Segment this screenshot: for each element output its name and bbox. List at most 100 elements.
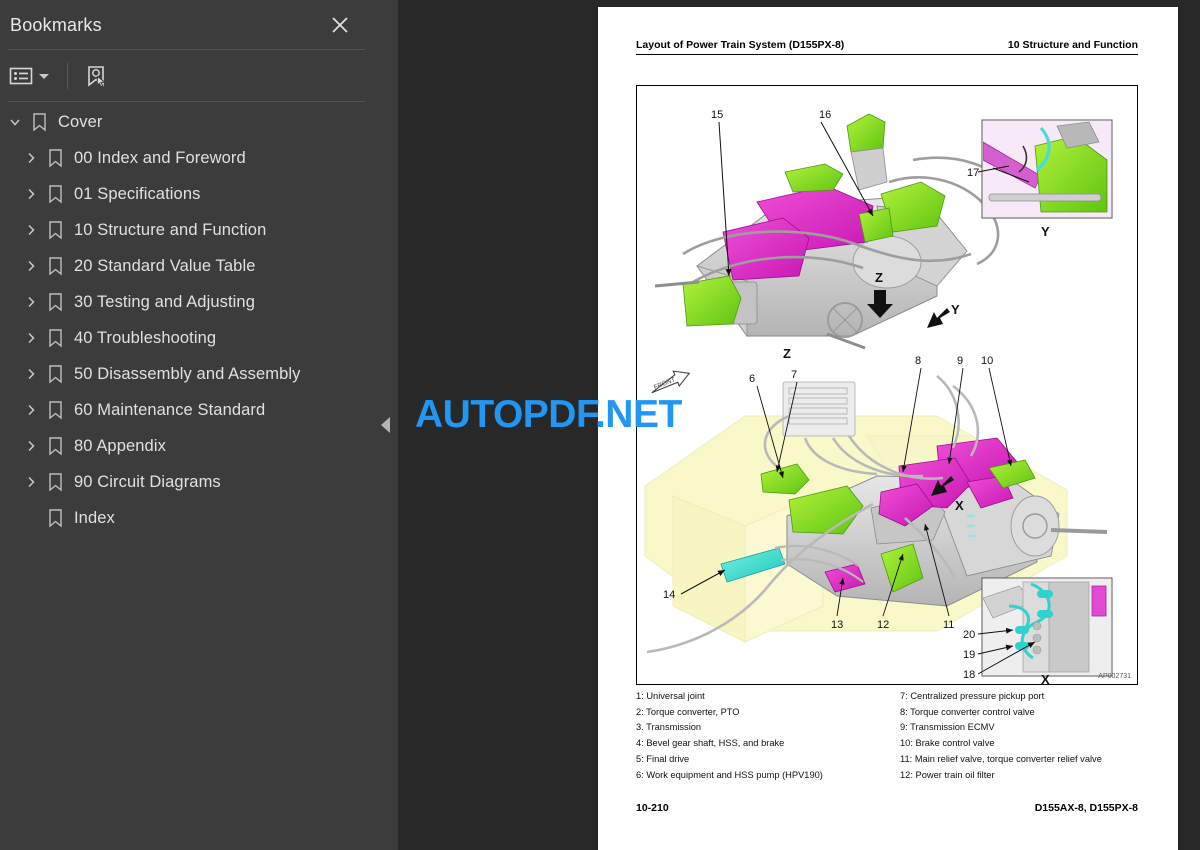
legend-entry: 9: Transmission ECMV	[900, 722, 995, 733]
new-bookmark-button[interactable]	[82, 61, 112, 91]
svg-text:Z: Z	[875, 270, 883, 285]
pdf-viewer-window: Bookmarks Cover 00 Index and Foreword 01…	[0, 0, 1200, 850]
sidebar-collapse-handle[interactable]	[373, 0, 398, 850]
bookmark-icon	[42, 146, 68, 170]
bookmark-icon	[42, 182, 68, 206]
figure-id-code: AP002731	[1098, 673, 1131, 680]
bookmark-item[interactable]: 30 Testing and Adjusting	[0, 284, 373, 320]
svg-text:11: 11	[943, 619, 954, 631]
svg-text:12: 12	[877, 619, 889, 631]
bookmark-icon	[42, 326, 68, 350]
bookmark-label: 50 Disassembly and Assembly	[74, 364, 301, 383]
bookmark-icon	[42, 398, 68, 422]
bookmarks-toolbar	[0, 50, 373, 102]
document-page: Layout of Power Train System (D155PX-8) …	[598, 7, 1178, 850]
bookmark-label: 10 Structure and Function	[74, 220, 267, 239]
svg-text:20: 20	[963, 629, 975, 641]
bookmark-icon	[42, 362, 68, 386]
bookmark-label: Cover	[58, 112, 103, 131]
chevron-right-icon[interactable]	[20, 291, 42, 313]
chevron-right-icon[interactable]	[20, 471, 42, 493]
bookmark-icon	[42, 506, 68, 530]
svg-text:Z: Z	[783, 346, 791, 361]
legend-entry: 4: Bevel gear shaft, HSS, and brake	[636, 738, 785, 749]
bookmark-icon	[42, 434, 68, 458]
legend-entry: 2: Torque converter, PTO	[636, 706, 740, 717]
triangle-left-icon	[381, 417, 390, 433]
bookmarks-title: Bookmarks	[10, 14, 102, 35]
legend-entry: 7: Centralized pressure pickup port	[900, 691, 1045, 701]
page-header-left: Layout of Power Train System (D155PX-8)	[636, 39, 845, 51]
bookmarks-header: Bookmarks	[0, 0, 373, 50]
legend-entry: 10: Brake control valve	[900, 738, 995, 749]
bookmark-item[interactable]: Cover	[0, 104, 373, 140]
chevron-right-icon[interactable]	[20, 183, 42, 205]
bookmark-pointer-icon	[84, 65, 110, 88]
svg-text:18: 18	[963, 669, 975, 681]
toolbar-divider	[67, 63, 68, 89]
chevron-down-icon	[39, 73, 49, 79]
svg-text:6: 6	[749, 373, 755, 385]
legend-entry: 6: Work equipment and HSS pump (HPV190)	[636, 769, 823, 780]
bookmark-item[interactable]: 00 Index and Foreword	[0, 140, 373, 176]
bookmark-label: 90 Circuit Diagrams	[74, 472, 221, 491]
chevron-down-icon[interactable]	[4, 111, 26, 133]
svg-text:9: 9	[957, 355, 963, 367]
chevron-right-icon[interactable]	[20, 435, 42, 457]
chevron-right-icon[interactable]	[20, 219, 42, 241]
toolbar-divider-bottom	[8, 101, 365, 102]
chevron-right-icon[interactable]	[20, 399, 42, 421]
legend-entry: 8: Torque converter control valve	[900, 706, 1035, 717]
svg-text:Y: Y	[1041, 224, 1050, 239]
close-icon[interactable]	[327, 12, 353, 38]
figure-legend: 1: Universal joint 2: Torque converter, P…	[636, 689, 1148, 783]
bookmark-item[interactable]: 10 Structure and Function	[0, 212, 373, 248]
bookmark-icon	[42, 470, 68, 494]
bookmark-icon	[26, 110, 52, 134]
chevron-right-icon[interactable]	[20, 147, 42, 169]
svg-text:7: 7	[791, 369, 797, 381]
chevron-right-icon[interactable]	[20, 327, 42, 349]
power-train-diagram: 15 16 Z 17 Y FRONT Z Y X 6 7 8 9 10 11 1…	[644, 109, 1113, 684]
bookmark-item[interactable]: Index	[0, 500, 373, 536]
legend-entry: 1: Universal joint	[636, 691, 705, 701]
svg-text:8: 8	[915, 355, 921, 367]
page-number: 10-210	[636, 802, 669, 814]
bookmark-label: 80 Appendix	[74, 436, 166, 455]
svg-text:X: X	[955, 498, 964, 513]
bookmark-item[interactable]: 80 Appendix	[0, 428, 373, 464]
page-header-right: 10 Structure and Function	[1007, 39, 1138, 51]
bookmark-icon	[42, 254, 68, 278]
bookmarks-sidebar: Bookmarks Cover 00 Index and Foreword 01…	[0, 0, 373, 850]
bookmark-label: 40 Troubleshooting	[74, 328, 217, 347]
bookmark-label: 60 Maintenance Standard	[74, 400, 266, 419]
bookmark-item[interactable]: 50 Disassembly and Assembly	[0, 356, 373, 392]
svg-text:17: 17	[967, 167, 979, 179]
bookmark-item[interactable]: 40 Troubleshooting	[0, 320, 373, 356]
bookmark-icon	[42, 218, 68, 242]
bookmark-label: 30 Testing and Adjusting	[74, 292, 255, 311]
bookmark-item[interactable]: 90 Circuit Diagrams	[0, 464, 373, 500]
list-options-icon	[8, 65, 34, 87]
svg-text:14: 14	[663, 589, 675, 601]
page-header: Layout of Power Train System (D155PX-8) …	[636, 39, 1138, 55]
svg-text:FRONT: FRONT	[653, 376, 676, 391]
chevron-right-icon[interactable]	[20, 255, 42, 277]
bookmark-options-button[interactable]	[6, 61, 51, 91]
bookmark-item[interactable]: 60 Maintenance Standard	[0, 392, 373, 428]
svg-text:15: 15	[711, 109, 723, 121]
svg-text:13: 13	[831, 619, 843, 631]
bookmark-label: 20 Standard Value Table	[74, 256, 256, 275]
svg-text:10: 10	[981, 355, 993, 367]
legend-entry: 5: Final drive	[636, 753, 690, 764]
svg-text:Y: Y	[951, 302, 960, 317]
model-designation: D155AX-8, D155PX-8	[1034, 802, 1138, 814]
chevron-right-icon[interactable]	[20, 363, 42, 385]
legend-entry: 11: Main relief valve, torque converter …	[900, 753, 1102, 764]
bookmark-label: 00 Index and Foreword	[74, 148, 246, 167]
legend-left-column: 1: Universal joint 2: Torque converter, P…	[636, 689, 892, 783]
legend-entry: 12: Power train oil filter	[900, 769, 995, 780]
bookmark-item[interactable]: 20 Standard Value Table	[0, 248, 373, 284]
bookmark-icon	[42, 290, 68, 314]
bookmark-item[interactable]: 01 Specifications	[0, 176, 373, 212]
